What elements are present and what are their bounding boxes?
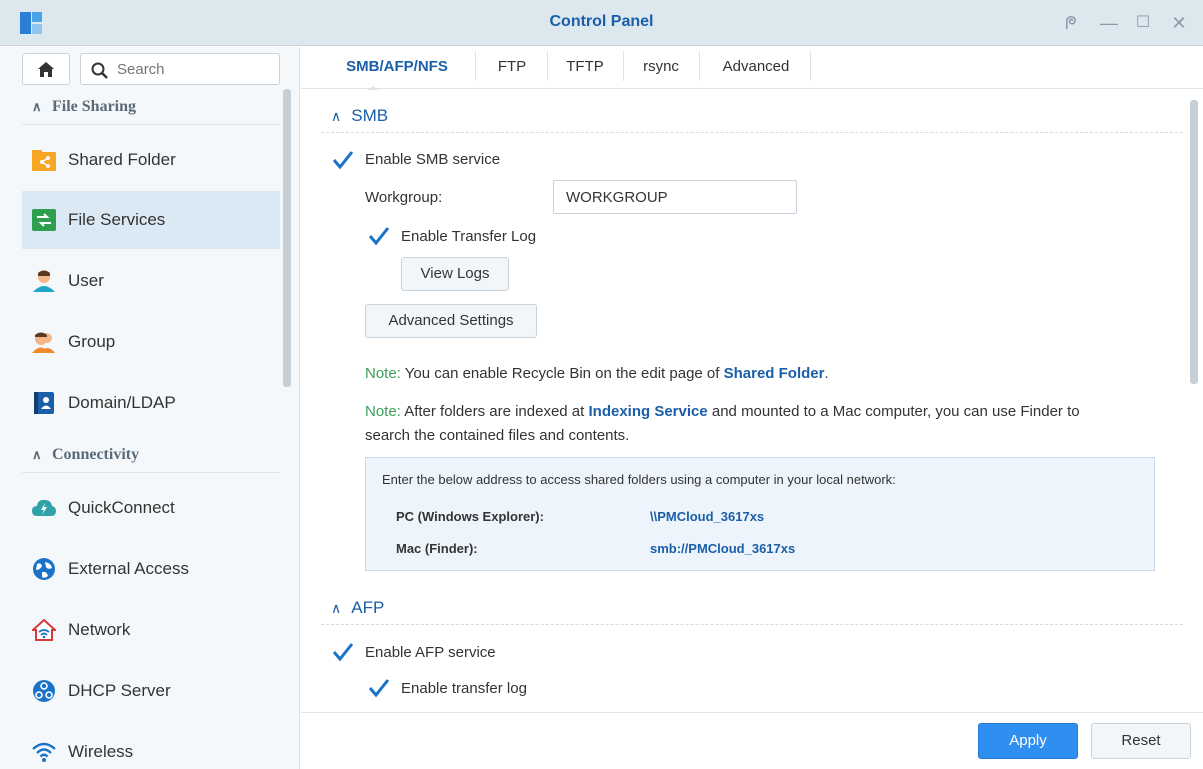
- group-icon: [32, 332, 55, 353]
- section-divider: [22, 472, 280, 473]
- address-info-box: Enter the below address to access shared…: [365, 457, 1155, 571]
- tab-rsync[interactable]: rsync: [625, 47, 697, 87]
- section-divider: [22, 124, 280, 125]
- shared-folder-icon: [32, 150, 56, 171]
- quickconnect-icon: [32, 499, 56, 516]
- dhcp-server-icon: [33, 680, 55, 702]
- pin-icon[interactable]: ᖘ: [1060, 12, 1082, 34]
- search-icon: [91, 62, 108, 79]
- sidebar-item-group[interactable]: Group: [22, 313, 280, 371]
- recycle-bin-note: Note: You can enable Recycle Bin on the …: [365, 365, 829, 382]
- home-icon: [38, 62, 54, 77]
- view-logs-button[interactable]: View Logs: [401, 257, 509, 291]
- reset-button[interactable]: Reset: [1091, 723, 1191, 759]
- enable-afp-label: Enable AFP service: [365, 644, 496, 661]
- enable-smb-transfer-log-checkbox[interactable]: [368, 225, 390, 247]
- indexing-service-link[interactable]: Indexing Service: [588, 403, 707, 420]
- mac-address-value: smb://PMCloud_3617xs: [650, 541, 796, 556]
- sidebar-item-shared-folder[interactable]: Shared Folder: [22, 131, 280, 189]
- advanced-settings-button[interactable]: Advanced Settings: [365, 304, 537, 338]
- tab-separator: [475, 51, 476, 81]
- maximize-icon[interactable]: ☐: [1132, 12, 1154, 34]
- enable-smb-transfer-log-label: Enable Transfer Log: [401, 228, 537, 245]
- sidebar-item-domain-ldap[interactable]: Domain/LDAP: [22, 374, 280, 432]
- sidebar-item-quickconnect[interactable]: QuickConnect: [22, 479, 280, 537]
- main-content: ∧SMB Enable SMB service Workgroup: Enabl…: [301, 90, 1203, 712]
- section-header-connectivity[interactable]: ∧ Connectivity: [32, 446, 139, 468]
- tab-smb-afp-nfs[interactable]: SMB/AFP/NFS: [323, 47, 471, 87]
- section-header-file-sharing[interactable]: ∧ File Sharing: [32, 98, 136, 120]
- section-header-afp[interactable]: ∧ AFP: [331, 598, 384, 618]
- tab-tftp[interactable]: TFTP: [549, 47, 621, 87]
- tab-separator: [547, 51, 548, 81]
- footer-bar: Apply Reset: [301, 712, 1203, 769]
- title-bar: Control Panel ᖘ — ☐ ✕: [0, 0, 1203, 46]
- minimize-icon[interactable]: —: [1098, 12, 1120, 34]
- sidebar-item-user[interactable]: User: [22, 252, 280, 310]
- mac-address-label: Mac (Finder):: [396, 541, 478, 556]
- sidebar-item-wireless[interactable]: Wireless: [22, 723, 280, 769]
- enable-afp-transfer-log-label: Enable transfer log: [401, 680, 527, 697]
- domain-ldap-icon: [34, 392, 54, 414]
- section-divider: [321, 132, 1183, 133]
- user-icon: [33, 270, 55, 292]
- chevron-up-icon: ∧: [331, 600, 342, 616]
- sidebar: ∧File Sharing Shared Folder File Service…: [0, 47, 300, 769]
- pc-address-label: PC (Windows Explorer):: [396, 509, 544, 524]
- chevron-up-icon: ∧: [32, 447, 42, 462]
- window-title: Control Panel: [549, 13, 654, 30]
- pc-address-value: \\PMCloud_3617xs: [650, 509, 765, 524]
- enable-smb-checkbox[interactable]: [332, 149, 354, 171]
- address-info-intro: Enter the below address to access shared…: [382, 472, 896, 487]
- search-box[interactable]: [80, 53, 280, 85]
- workgroup-label: Workgroup:: [365, 189, 443, 206]
- content-scrollbar[interactable]: [1190, 100, 1198, 384]
- network-icon: [32, 619, 56, 641]
- search-input[interactable]: [117, 58, 267, 80]
- section-header-smb[interactable]: ∧ SMB: [331, 106, 388, 126]
- shared-folder-link[interactable]: Shared Folder: [724, 365, 825, 382]
- external-access-icon: [33, 558, 55, 580]
- tab-separator: [810, 51, 811, 81]
- sidebar-item-dhcp-server[interactable]: DHCP Server: [22, 662, 280, 720]
- enable-afp-checkbox[interactable]: [332, 641, 354, 663]
- apply-button[interactable]: Apply: [978, 723, 1078, 759]
- tab-separator: [699, 51, 700, 81]
- workgroup-input[interactable]: [553, 180, 797, 214]
- file-services-icon: [32, 209, 56, 231]
- chevron-up-icon: ∧: [32, 99, 42, 114]
- tab-ftp[interactable]: FTP: [479, 47, 545, 87]
- sidebar-item-network[interactable]: Network: [22, 601, 280, 659]
- wireless-icon: [32, 742, 56, 762]
- sidebar-scrollbar[interactable]: [283, 89, 291, 387]
- section-divider: [321, 624, 1183, 625]
- enable-afp-transfer-log-checkbox[interactable]: [368, 677, 390, 699]
- sidebar-item-external-access[interactable]: External Access: [22, 540, 280, 598]
- tab-advanced[interactable]: Advanced: [703, 47, 809, 87]
- chevron-up-icon: ∧: [331, 108, 342, 124]
- tab-separator: [623, 51, 624, 81]
- tab-bar: SMB/AFP/NFS FTP TFTP rsync Advanced: [301, 47, 1203, 91]
- close-icon[interactable]: ✕: [1168, 12, 1190, 34]
- indexing-note: Note: After folders are indexed at Index…: [365, 403, 1080, 444]
- sidebar-item-file-services[interactable]: File Services: [22, 191, 280, 249]
- enable-smb-label: Enable SMB service: [365, 151, 501, 168]
- home-button[interactable]: [22, 53, 70, 85]
